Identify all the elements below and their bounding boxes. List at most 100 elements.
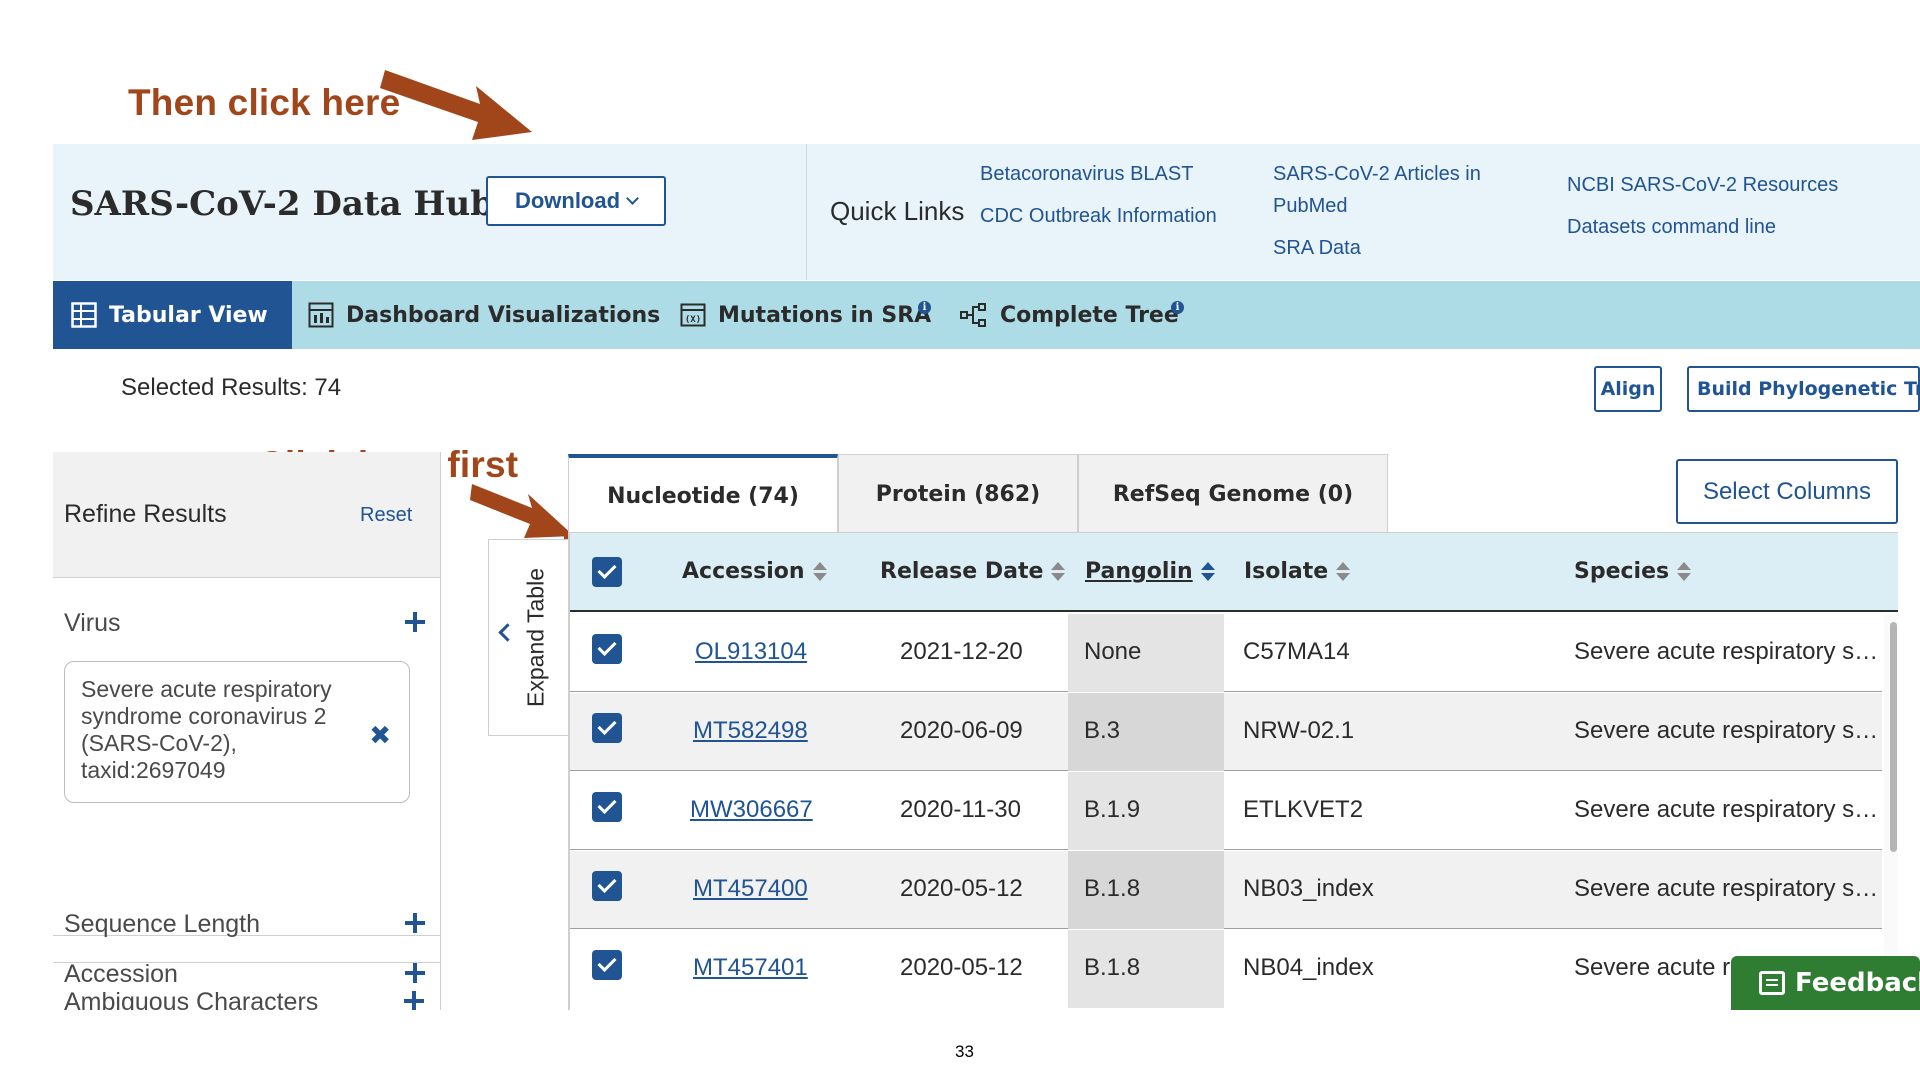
column-isolate[interactable]: Isolate <box>1244 559 1351 584</box>
refine-header: Refine Results Reset <box>53 452 440 578</box>
species-value: Severe acute respiratory s… <box>1574 796 1879 823</box>
page-title: SARS-CoV-2 Data Hub <box>70 184 495 224</box>
page-number: 33 <box>955 1042 974 1061</box>
species-value: Severe acute respiratory s… <box>1574 638 1879 665</box>
annotation-then-click-here: Then click here <box>128 82 401 123</box>
facet-label: Sequence Length <box>64 910 261 938</box>
selected-results-count: Selected Results: 74 <box>121 374 342 401</box>
tab-label: Mutations in SRA <box>718 302 932 328</box>
sort-icon <box>1677 561 1692 583</box>
column-release-date[interactable]: Release Date <box>880 559 1066 584</box>
accession-link[interactable]: MT582498 <box>693 717 808 745</box>
results-table: Accession Release Date Pangolin Isolate … <box>568 532 1898 1010</box>
data-hub-header: SARS-CoV-2 Data Hub Download Quick Links… <box>53 144 1920 280</box>
annotation-arrow-top <box>380 70 532 140</box>
info-icon[interactable]: i <box>1171 301 1184 314</box>
view-tabs-bar: Tabular View Dashboard Visualizations (X… <box>53 281 1920 349</box>
pangolin-value: B.3 <box>1084 717 1121 744</box>
svg-text:(X): (X) <box>685 315 701 325</box>
row-checkbox[interactable] <box>592 950 622 980</box>
expand-table-label: Expand Table <box>522 568 549 707</box>
column-accession[interactable]: Accession <box>682 559 827 584</box>
isolate-value: NRW-02.1 <box>1243 717 1355 744</box>
sort-icon <box>1336 561 1351 583</box>
release-date: 2020-05-12 <box>900 875 1023 902</box>
sort-icon <box>812 561 827 583</box>
tab-refseq-genome[interactable]: RefSeq Genome (0) <box>1078 454 1388 534</box>
link-sars-cov-2-articles[interactable]: SARS-CoV-2 Articles in <box>1273 158 1481 190</box>
tab-tabular-view[interactable]: Tabular View <box>53 281 292 349</box>
refine-title: Refine Results <box>64 500 227 528</box>
info-icon[interactable]: i <box>918 301 931 314</box>
isolate-value: NB03_index <box>1243 875 1374 902</box>
table-row[interactable]: OL913104 2021-12-20 None C57MA14 Severe … <box>570 614 1882 692</box>
mutations-icon: (X) <box>680 303 706 327</box>
chevron-left-icon <box>498 623 517 642</box>
table-row[interactable]: MW306667 2020-11-30 B.1.9 ETLKVET2 Sever… <box>570 772 1882 850</box>
pangolin-value: B.1.8 <box>1084 875 1141 902</box>
species-value: Severe acute re <box>1574 954 1744 981</box>
download-label: Download <box>514 188 621 213</box>
tab-dashboard-visualizations[interactable]: Dashboard Visualizations <box>308 281 660 349</box>
table-scrollbar-thumb[interactable] <box>1890 622 1897 852</box>
link-ncbi-resources[interactable]: NCBI SARS-CoV-2 Resources <box>1567 169 1838 201</box>
table-row[interactable]: MT457401 2020-05-12 B.1.8 NB04_index Sev… <box>570 930 1882 1008</box>
link-cdc-outbreak[interactable]: CDC Outbreak Information <box>980 200 1217 232</box>
align-button[interactable]: Align <box>1594 366 1662 412</box>
link-betacoronavirus-blast[interactable]: Betacoronavirus BLAST <box>980 158 1193 190</box>
facet-sequence-length: Sequence Length <box>53 886 441 963</box>
pangolin-value: B.1.8 <box>1084 954 1141 981</box>
table-grid-icon <box>71 302 97 328</box>
row-checkbox[interactable] <box>592 871 622 901</box>
release-date: 2020-11-30 <box>900 796 1021 823</box>
tab-complete-tree[interactable]: Complete Tree <box>960 281 1179 349</box>
column-pangolin[interactable]: Pangolin <box>1085 559 1215 584</box>
build-phylogenetic-tree-button[interactable]: Build Phylogenetic Tree <box>1687 366 1920 412</box>
table-row[interactable]: MT457400 2020-05-12 B.1.8 NB03_index Sev… <box>570 851 1882 929</box>
tab-nucleotide[interactable]: Nucleotide (74) <box>568 454 838 534</box>
facet-virus: Virus Severe acute respiratory syndrome … <box>53 579 440 936</box>
tab-mutations-in-sra[interactable]: (X) Mutations in SRA <box>680 281 931 349</box>
link-datasets-command-line[interactable]: Datasets command line <box>1567 211 1776 243</box>
table-header: Accession Release Date Pangolin Isolate … <box>570 532 1898 612</box>
pangolin-value: B.1.9 <box>1084 796 1141 823</box>
row-checkbox[interactable] <box>592 792 622 822</box>
plus-icon[interactable] <box>405 913 425 933</box>
pangolin-value: None <box>1084 638 1142 665</box>
accession-link[interactable]: MT457400 <box>693 875 808 903</box>
expand-table-handle[interactable]: Expand Table <box>488 539 570 736</box>
comment-icon <box>1759 971 1785 995</box>
facet-label: Virus <box>64 609 121 637</box>
row-checkbox[interactable] <box>592 713 622 743</box>
accession-link[interactable]: OL913104 <box>695 638 807 666</box>
plus-icon[interactable] <box>405 612 425 632</box>
facet-ambiguous-characters: Ambiguous Characters <box>53 964 441 1010</box>
quick-links-label: Quick Links <box>830 196 965 226</box>
download-button[interactable]: Download <box>486 176 666 226</box>
reset-link[interactable]: Reset <box>360 504 412 527</box>
virus-filter-chip: Severe acute respiratory syndrome corona… <box>64 661 410 803</box>
feedback-button[interactable]: Feedback <box>1731 956 1920 1010</box>
tab-label: Complete Tree <box>1000 302 1179 328</box>
tab-protein[interactable]: Protein (862) <box>838 454 1078 534</box>
table-row[interactable]: MT582498 2020-06-09 B.3 NRW-02.1 Severe … <box>570 693 1882 771</box>
remove-filter-icon[interactable]: ✖ <box>369 720 391 751</box>
select-columns-button[interactable]: Select Columns <box>1676 459 1898 524</box>
header-divider <box>806 144 807 280</box>
sort-icon <box>1051 561 1066 583</box>
accession-link[interactable]: MW306667 <box>690 796 813 824</box>
species-value: Severe acute respiratory s… <box>1574 717 1879 744</box>
row-checkbox[interactable] <box>592 634 622 664</box>
link-pubmed[interactable]: PubMed <box>1273 190 1348 222</box>
sort-icon <box>1200 561 1215 583</box>
tree-icon <box>960 303 986 327</box>
tab-label: Tabular View <box>109 302 268 328</box>
chevron-down-icon <box>626 192 639 205</box>
column-species[interactable]: Species <box>1574 559 1692 584</box>
accession-link[interactable]: MT457401 <box>693 954 808 982</box>
release-date: 2020-05-12 <box>900 954 1023 981</box>
link-sra-data[interactable]: SRA Data <box>1273 232 1361 264</box>
release-date: 2021-12-20 <box>900 638 1023 665</box>
plus-icon[interactable] <box>404 991 424 1010</box>
select-all-checkbox[interactable] <box>592 557 622 587</box>
